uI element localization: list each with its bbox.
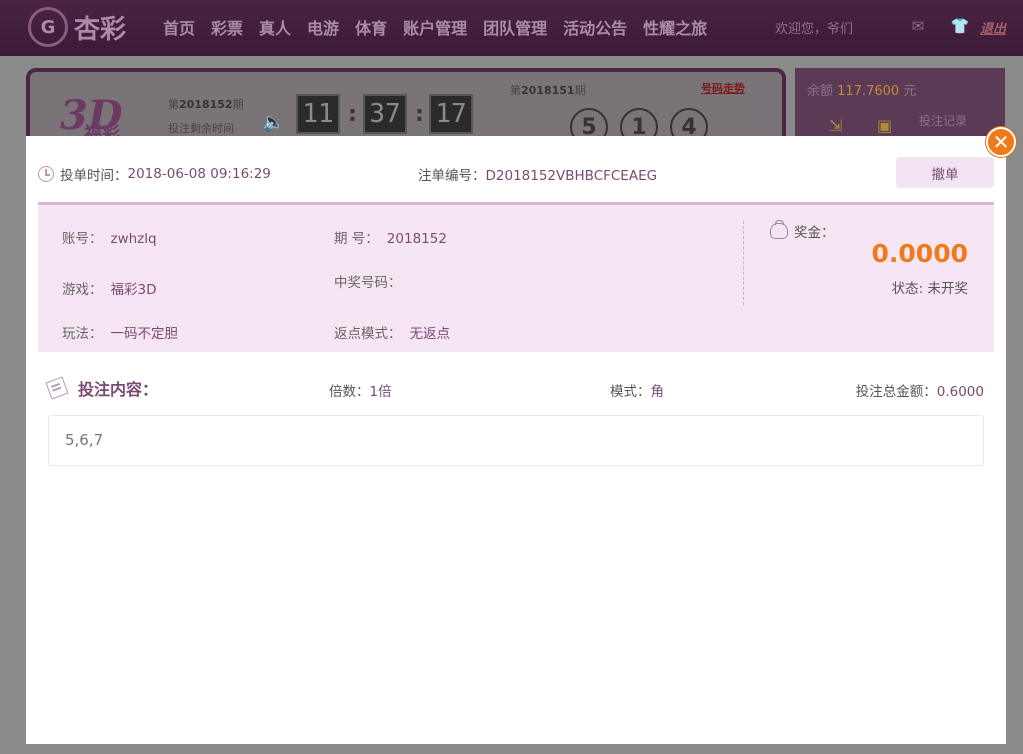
logo-mark-icon: G [28, 7, 68, 47]
site-logo[interactable]: G 杏彩 [28, 6, 138, 48]
bet-record-link[interactable]: 投注记录 [919, 112, 967, 129]
order-number-value: D2018152VBHBCFCEAEG [485, 168, 658, 184]
top-navigation-bar: G 杏彩 首页 彩票 真人 电游 体育 账户管理 团队管理 活动公告 性耀之旅 … [0, 0, 1023, 56]
nav-item-lottery[interactable]: 彩票 [211, 15, 243, 39]
bet-content-title: 投注内容： [78, 380, 159, 399]
bet-numbers-box: 5,6,7 [48, 415, 984, 466]
prize-label: 奖金： [770, 220, 835, 241]
order-number: 注单编号：D2018152VBHBCFCEAEG [418, 164, 657, 184]
nav-item-live[interactable]: 真人 [259, 15, 291, 39]
cancel-bet-button[interactable]: 撤单 [896, 157, 994, 188]
nav-item-games[interactable]: 电游 [307, 15, 339, 39]
welcome-text: 欢迎您，爷们 [775, 22, 854, 37]
trend-link[interactable]: 号码走势 [701, 80, 745, 96]
main-nav: 首页 彩票 真人 电游 体育 账户管理 团队管理 活动公告 性耀之旅 [163, 15, 723, 39]
bet-time-label: 投单时间： [60, 168, 128, 184]
timer-seconds: 17 [429, 94, 473, 134]
timer-minutes: 37 [363, 94, 407, 134]
bet-time: 投单时间： 2018-06-08 09:16:29 [38, 164, 271, 184]
timer-hours: 11 [296, 94, 340, 134]
logout-link[interactable]: 退出 [980, 18, 1006, 37]
play-field: 玩法： 一码不定胆 [62, 326, 178, 342]
clock-icon [38, 166, 54, 182]
info-zigzag-edge [38, 348, 994, 358]
bet-detail-modal: 投单时间： 2018-06-08 09:16:29 注单编号：D2018152V… [26, 136, 1006, 744]
total-amount-field: 投注总金额：0.6000 [855, 384, 984, 400]
order-number-label: 注单编号： [418, 168, 486, 184]
speaker-icon[interactable]: 🔈 [262, 112, 284, 133]
timer-colon: : [348, 102, 357, 127]
close-icon[interactable]: ✕ [986, 127, 1016, 157]
remain-time-label: 投注剩余时间 [168, 122, 234, 135]
mode-field: 模式：角 [610, 384, 664, 400]
nav-item-sports[interactable]: 体育 [355, 15, 387, 39]
rebate-field: 返点模式： 无返点 [334, 326, 450, 342]
game-field: 游戏： 福彩3D [62, 282, 157, 298]
logo-text: 杏彩 [74, 14, 127, 45]
nav-item-events[interactable]: 活动公告 [563, 15, 627, 39]
deposit-icon[interactable]: ⇲ [829, 116, 842, 135]
shirt-icon[interactable]: 👕 [950, 18, 970, 34]
bet-time-value: 2018-06-08 09:16:29 [127, 166, 271, 182]
draw-status: 状态: 未开奖 [891, 281, 968, 297]
previous-issue: 第2018151期 [510, 84, 586, 97]
multiple-field: 倍数：1倍 [329, 384, 392, 400]
account-field: 账号： zwhzlq [62, 231, 157, 247]
wallet-icon[interactable]: ▣ [877, 116, 892, 135]
balance-display: 余额 117.7600 元 [807, 84, 917, 99]
nav-item-account[interactable]: 账户管理 [403, 15, 467, 39]
nav-item-journey[interactable]: 性耀之旅 [643, 15, 707, 39]
nav-item-team[interactable]: 团队管理 [483, 15, 547, 39]
timer-colon: : [415, 102, 424, 127]
bet-info-panel: 账号： zwhzlq 期 号： 2018152 游戏： 福彩3D 中奖号码： 玩法：一… [38, 202, 994, 352]
bet-content-header: 投注内容： [45, 376, 159, 400]
prize-amount: 0.0000 [871, 239, 968, 268]
nav-item-home[interactable]: 首页 [163, 15, 195, 39]
mail-icon[interactable]: ✉ [908, 18, 928, 34]
issue-field: 期 号： 2018152 [334, 231, 447, 247]
ticket-icon [45, 376, 69, 400]
current-issue: 第2018152期 [168, 98, 244, 111]
info-divider [743, 221, 744, 305]
win-number-field: 中奖号码： [334, 275, 402, 291]
money-bag-icon [770, 220, 788, 239]
